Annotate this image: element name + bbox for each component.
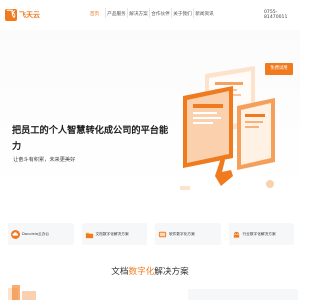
brand-name: 飞天云	[19, 11, 40, 19]
feature-label: Doculeia云办公	[22, 231, 50, 236]
hand-cursor-icon	[215, 158, 233, 186]
hero-illustration	[180, 66, 275, 190]
feature-card-software[interactable]: 软件数字化方案	[155, 223, 221, 245]
feature-card-doc-digital[interactable]: 文档数字化解决方案	[81, 223, 147, 245]
feature-card-cloud-office[interactable]: Doculeia云办公	[8, 223, 74, 245]
logo-mark-icon: 飞	[5, 9, 17, 21]
android-icon	[232, 230, 241, 239]
nav-item-home[interactable]: 首页	[84, 10, 105, 19]
hero-title: 把员工的个人智慧转化成公司的平台能力	[12, 125, 169, 152]
nav-item-products[interactable]: 产品服务	[106, 10, 127, 19]
nav-item-solutions[interactable]: 解决方案	[128, 10, 149, 19]
section-title-highlight: 数字化	[128, 267, 155, 277]
folder-icon	[85, 230, 94, 239]
software-icon	[158, 230, 167, 239]
logo[interactable]: 飞 飞天云	[5, 9, 40, 21]
feature-label: 行业数字化解决方案	[242, 231, 276, 236]
doc-stack-icon	[12, 285, 20, 300]
feature-cards: Doculeia云办公 文档数字化解决方案 软件数字化方案 行业数字化解决方案	[8, 223, 294, 245]
solution-panel	[188, 289, 298, 300]
laptop-icon	[22, 291, 36, 300]
block-icon	[180, 186, 190, 190]
section-title-prefix: 文档	[111, 267, 129, 277]
panel-front-icon	[183, 86, 233, 168]
top-navbar: 飞 飞天云 首页 产品服务 解决方案 合作伙伴 关于我们 新闻资讯 0755-8…	[0, 0, 300, 30]
hero-banner: 免费试用 把员工的个人智慧转化成公司的平台能力 让奋斗有积累，未来更美好	[0, 30, 300, 190]
nav-item-news[interactable]: 新闻资讯	[194, 10, 215, 19]
cloud-office-icon	[11, 229, 20, 239]
solution-illustration	[8, 285, 298, 300]
main-nav: 首页 产品服务 解决方案 合作伙伴 关于我们 新闻资讯	[84, 8, 215, 19]
feature-card-industry[interactable]: 行业数字化解决方案	[228, 223, 294, 245]
nav-item-about[interactable]: 关于我们	[172, 10, 193, 19]
section-title: 文档数字化解决方案	[0, 265, 300, 277]
section-title-suffix: 解决方案	[154, 267, 189, 277]
panel-right-icon	[237, 98, 275, 170]
nav-item-partners[interactable]: 合作伙伴	[150, 10, 171, 19]
hero-subtitle: 让奋斗有积累，未来更美好	[13, 157, 76, 163]
dot-icon	[266, 180, 274, 188]
feature-label: 文档数字化解决方案	[95, 231, 129, 236]
feature-label: 软件数字化方案	[169, 231, 195, 236]
contact-phone: 0755-81470011	[264, 10, 288, 20]
